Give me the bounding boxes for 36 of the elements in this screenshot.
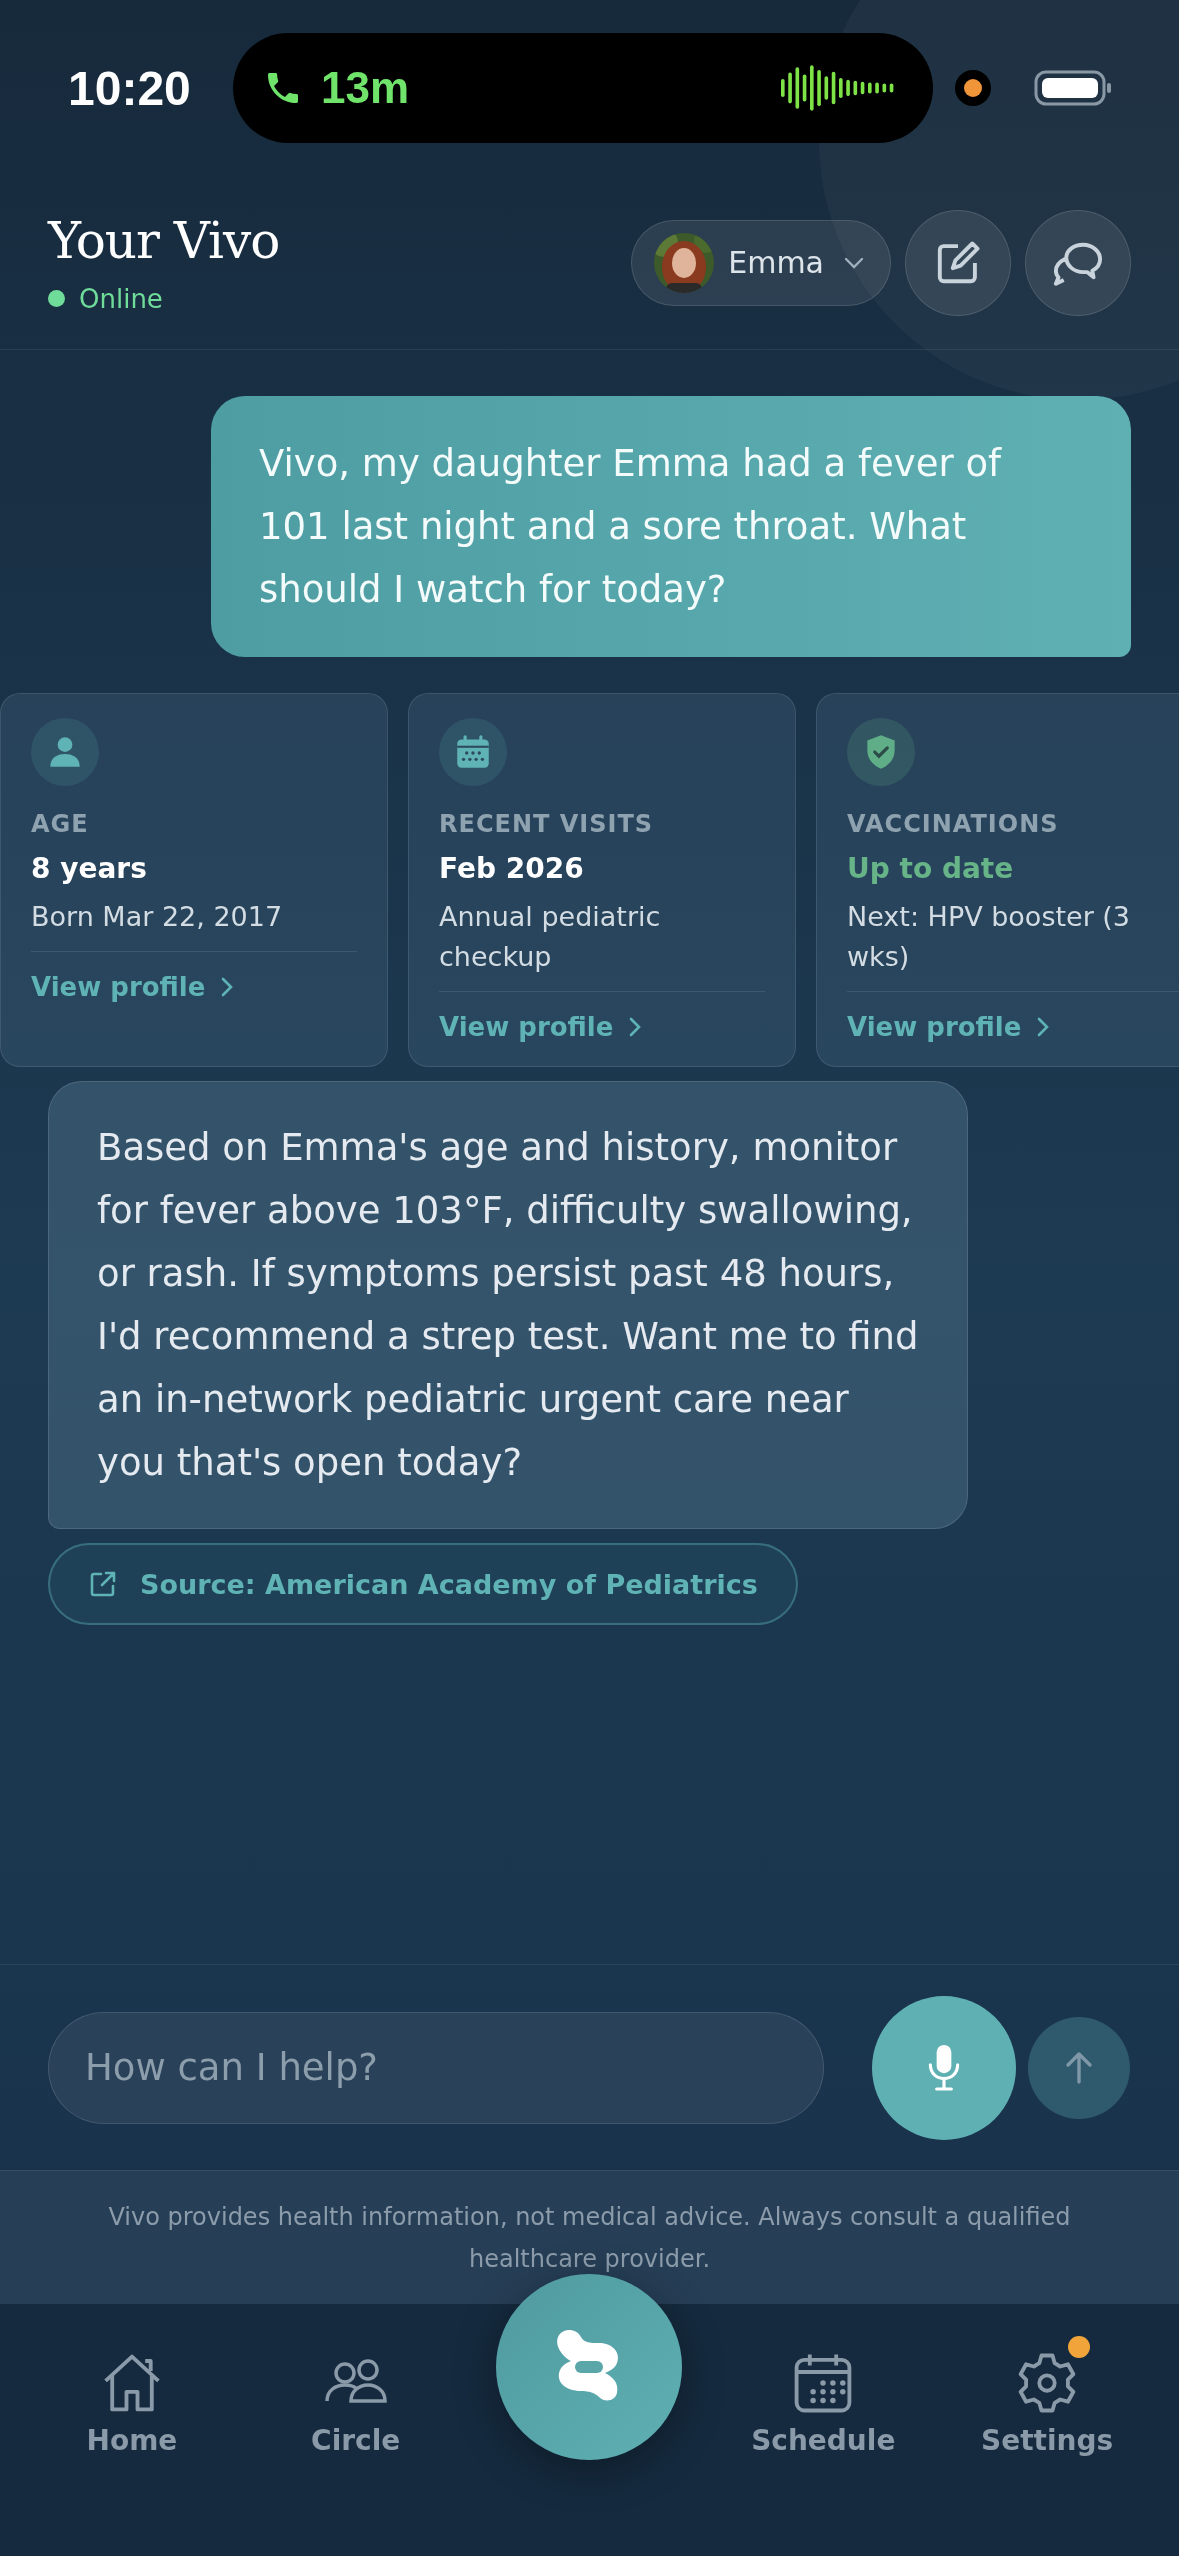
arrow-up-icon <box>1064 2049 1094 2086</box>
chevron-right-icon <box>629 1017 642 1037</box>
disclaimer-text: Vivo provides health information, not medical advice. Always consult a qualified healthcare provider. <box>107 2201 1072 2275</box>
user-message: Vivo, my daughter Emma had a fever of 101 last night and a sore throat. What should I watch for today? <box>211 396 1131 657</box>
nav-tab[interactable]: Home <box>46 2330 217 2457</box>
chevron-right-icon <box>1037 1017 1050 1037</box>
info-card[interactable]: VACCINATIONS Up to date Next: HPV booster (3 wks) View profile <box>816 693 1179 1067</box>
card-value: Up to date <box>847 852 1015 885</box>
camera-indicator-icon <box>955 70 991 106</box>
status-time: 10:20 <box>68 60 192 116</box>
info-card[interactable]: AGE 8 years Born Mar 22, 2017 View profile <box>0 693 388 1067</box>
profile-switcher[interactable]: Emma <box>631 219 891 306</box>
info-card[interactable]: RECENT VISITS Feb 2026 Annual pediatric checkup View profile <box>408 693 796 1067</box>
source-link[interactable]: Source: American Academy of Pediatrics <box>48 1543 798 1625</box>
view-profile-link[interactable]: View profile <box>847 1012 1050 1042</box>
chevron-down-icon <box>844 256 864 269</box>
card-label: VACCINATIONS <box>847 810 1060 838</box>
card-label: AGE <box>31 810 90 838</box>
chevron-right-icon <box>221 977 234 997</box>
nav-tab[interactable]: Settings <box>962 2330 1133 2457</box>
external-link-icon <box>88 1569 118 1599</box>
call-duration: 13m <box>321 63 411 113</box>
call-activity-pill[interactable]: 13m <box>233 33 933 143</box>
card-value: 8 years <box>31 852 148 885</box>
nav-tab[interactable]: Circle <box>270 2330 441 2457</box>
card-detail: Born Mar 22, 2017 <box>31 900 284 934</box>
view-profile-link[interactable]: View profile <box>439 1012 642 1042</box>
card-detail: Annual pediatric checkup <box>439 900 662 974</box>
status-label: Online <box>79 283 163 314</box>
view-profile-link[interactable]: View profile <box>31 972 234 1002</box>
card-detail: Next: HPV booster (3 wks) <box>847 900 1132 974</box>
app-title: Your Vivo <box>48 211 280 270</box>
assistant-message: Based on Emma's age and history, monitor for fever above 103°F, difficulty swallowing, or rash. If symptoms persist past 48 hours, I'd recommend a strep test. Want me to find an in-network pediatric urgent care near you that's open today? <box>48 1081 968 1529</box>
nav-tab[interactable]: Schedule <box>738 2330 909 2457</box>
card-label: RECENT VISITS <box>439 810 655 838</box>
card-value: Feb 2026 <box>439 852 585 885</box>
